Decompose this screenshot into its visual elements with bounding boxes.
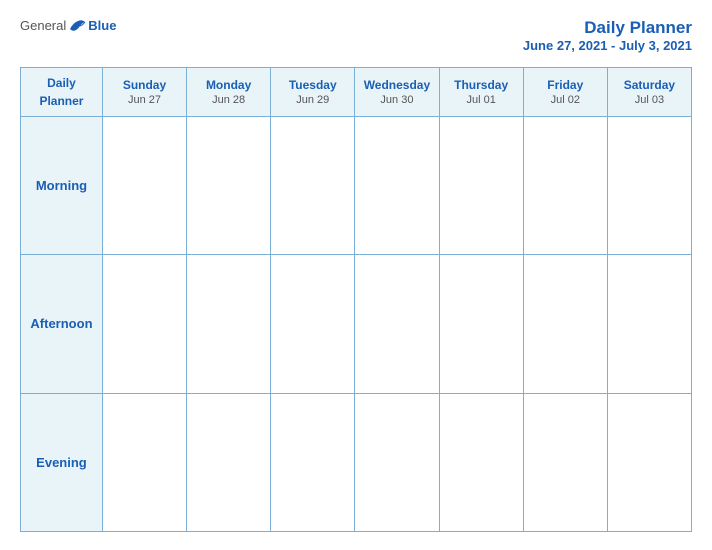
afternoon-fri[interactable] <box>523 255 607 393</box>
calendar-header-col-0: Sunday Jun 27 <box>102 68 186 117</box>
morning-sat[interactable] <box>607 117 691 255</box>
date-range: June 27, 2021 - July 3, 2021 <box>523 38 692 53</box>
logo-blue-text: Blue <box>88 18 116 33</box>
evening-tue[interactable] <box>271 393 355 531</box>
logo-text: General Blue <box>20 18 116 33</box>
morning-fri[interactable] <box>523 117 607 255</box>
morning-sun[interactable] <box>102 117 186 255</box>
morning-row: Morning <box>21 117 692 255</box>
calendar-header-col-4: Thursday Jul 01 <box>439 68 523 117</box>
evening-thu[interactable] <box>439 393 523 531</box>
calendar-header-col-6: Saturday Jul 03 <box>607 68 691 117</box>
afternoon-mon[interactable] <box>187 255 271 393</box>
morning-wed[interactable] <box>355 117 439 255</box>
afternoon-thu[interactable] <box>439 255 523 393</box>
evening-sun[interactable] <box>102 393 186 531</box>
afternoon-row: Afternoon <box>21 255 692 393</box>
logo-area: General Blue <box>20 18 116 33</box>
calendar-table: Daily Planner Sunday Jun 27 Monday Jun 2… <box>20 67 692 532</box>
evening-fri[interactable] <box>523 393 607 531</box>
evening-row: Evening <box>21 393 692 531</box>
evening-sat[interactable] <box>607 393 691 531</box>
morning-mon[interactable] <box>187 117 271 255</box>
morning-tue[interactable] <box>271 117 355 255</box>
afternoon-wed[interactable] <box>355 255 439 393</box>
afternoon-sat[interactable] <box>607 255 691 393</box>
logo-bird-icon <box>68 19 86 33</box>
calendar-header-row: Daily Planner Sunday Jun 27 Monday Jun 2… <box>21 68 692 117</box>
calendar-header-col-3: Wednesday Jun 30 <box>355 68 439 117</box>
calendar-header-col-1: Monday Jun 28 <box>187 68 271 117</box>
afternoon-tue[interactable] <box>271 255 355 393</box>
afternoon-sun[interactable] <box>102 255 186 393</box>
main-title: Daily Planner <box>523 18 692 38</box>
header: General Blue Daily Planner June 27, 2021… <box>20 18 692 53</box>
logo-general-text: General <box>20 18 66 33</box>
morning-thu[interactable] <box>439 117 523 255</box>
evening-label: Evening <box>21 393 103 531</box>
evening-wed[interactable] <box>355 393 439 531</box>
calendar-header-col-5: Friday Jul 02 <box>523 68 607 117</box>
morning-label: Morning <box>21 117 103 255</box>
evening-mon[interactable] <box>187 393 271 531</box>
calendar-header-main: Daily Planner <box>21 68 103 117</box>
page: General Blue Daily Planner June 27, 2021… <box>0 0 712 550</box>
afternoon-label: Afternoon <box>21 255 103 393</box>
calendar-header-col-2: Tuesday Jun 29 <box>271 68 355 117</box>
title-area: Daily Planner June 27, 2021 - July 3, 20… <box>523 18 692 53</box>
